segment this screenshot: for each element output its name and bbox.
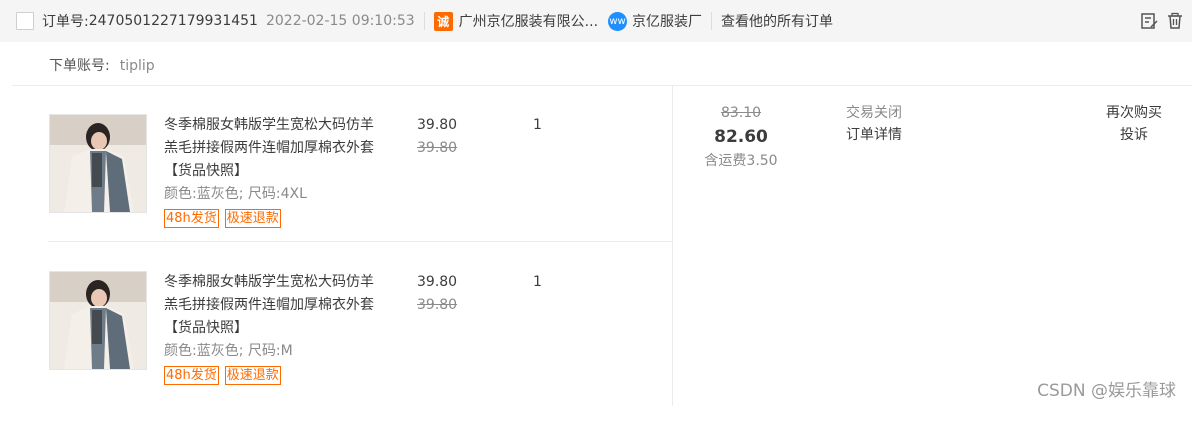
account-value: tiplip bbox=[119, 58, 155, 74]
divider bbox=[711, 12, 713, 30]
original-price: 39.80 bbox=[417, 140, 458, 156]
product-title-text[interactable]: 冬季棉服女韩版学生宽松大码仿羊羔毛拼接假两件连帽加厚棉衣外套 bbox=[164, 117, 374, 156]
view-all-orders-link[interactable]: 查看他的所有订单 bbox=[721, 11, 833, 31]
shipping-fee: 含运费3.50 bbox=[704, 153, 778, 169]
complain-link[interactable]: 投诉 bbox=[1094, 124, 1174, 146]
order-number-label: 订单号: bbox=[42, 14, 89, 30]
snapshot-link[interactable]: 【货品快照】 bbox=[164, 163, 248, 179]
seller-name-link[interactable]: 京亿服装厂 bbox=[632, 11, 702, 31]
quantity: 1 bbox=[533, 117, 542, 133]
product-attributes: 颜色:蓝灰色; 尺码:M bbox=[164, 343, 293, 359]
flag-edit-icon[interactable] bbox=[1140, 12, 1158, 30]
product-title[interactable]: 冬季棉服女韩版学生宽松大码仿羊羔毛拼接假两件连帽加厚棉衣外套 【货品快照】 bbox=[164, 271, 384, 340]
order-date: 2022-02-15 09:10:53 bbox=[265, 13, 415, 29]
buyer-account: 下单账号: tiplip bbox=[49, 55, 155, 75]
status-text: 交易关闭 bbox=[846, 105, 902, 121]
unit-price: 39.80 bbox=[417, 274, 458, 290]
divider bbox=[672, 86, 673, 406]
account-label: 下单账号: bbox=[49, 58, 110, 74]
unit-price: 39.80 bbox=[417, 117, 458, 133]
wangwang-chat-icon[interactable]: ww bbox=[608, 11, 628, 31]
quantity: 1 bbox=[533, 274, 542, 290]
tag-fast-refund: 极速退款 bbox=[224, 366, 281, 385]
product-thumbnail[interactable] bbox=[49, 114, 147, 213]
order-checkbox[interactable] bbox=[16, 12, 34, 30]
original-price: 39.80 bbox=[417, 297, 458, 313]
tag-fast-refund: 极速退款 bbox=[224, 209, 281, 228]
order-header: 订单号: 2470501227179931451 2022-02-15 09:1… bbox=[0, 0, 1192, 42]
trash-icon[interactable] bbox=[1166, 12, 1184, 30]
order-number: 2470501227179931451 bbox=[88, 13, 258, 29]
cheng-badge-icon: 诚 bbox=[433, 11, 453, 31]
product-thumbnail[interactable] bbox=[49, 271, 147, 370]
tag-48h-shipping: 48h发货 bbox=[164, 209, 219, 228]
order-item: 冬季棉服女韩版学生宽松大码仿羊羔毛拼接假两件连帽加厚棉衣外套 【货品快照】 颜色… bbox=[49, 114, 669, 264]
total-original-price: 83.10 bbox=[720, 105, 762, 121]
order-item: 冬季棉服女韩版学生宽松大码仿羊羔毛拼接假两件连帽加厚棉衣外套 【货品快照】 颜色… bbox=[49, 271, 669, 421]
total-paid-price: 82.60 bbox=[714, 127, 768, 147]
product-title-text[interactable]: 冬季棉服女韩版学生宽松大码仿羊羔毛拼接假两件连帽加厚棉衣外套 bbox=[164, 274, 374, 313]
watermark: CSDN @娱乐靠球 bbox=[1037, 381, 1176, 401]
order-operations: 再次购买 投诉 bbox=[1094, 102, 1174, 146]
rebuy-button[interactable]: 再次购买 bbox=[1094, 102, 1174, 124]
order-total: 83.10 82.60 含运费3.50 bbox=[690, 102, 792, 172]
tag-48h-shipping: 48h发货 bbox=[164, 366, 219, 385]
product-title[interactable]: 冬季棉服女韩版学生宽松大码仿羊羔毛拼接假两件连帽加厚棉衣外套 【货品快照】 bbox=[164, 114, 384, 183]
divider bbox=[423, 12, 425, 30]
order-status: 交易关闭 订单详情 bbox=[846, 102, 902, 146]
snapshot-link[interactable]: 【货品快照】 bbox=[164, 320, 248, 336]
divider bbox=[12, 85, 1192, 86]
product-attributes: 颜色:蓝灰色; 尺码:4XL bbox=[164, 186, 307, 202]
order-detail-link[interactable]: 订单详情 bbox=[846, 124, 902, 146]
shop-name-link[interactable]: 广州京亿服装有限公... bbox=[459, 11, 598, 31]
